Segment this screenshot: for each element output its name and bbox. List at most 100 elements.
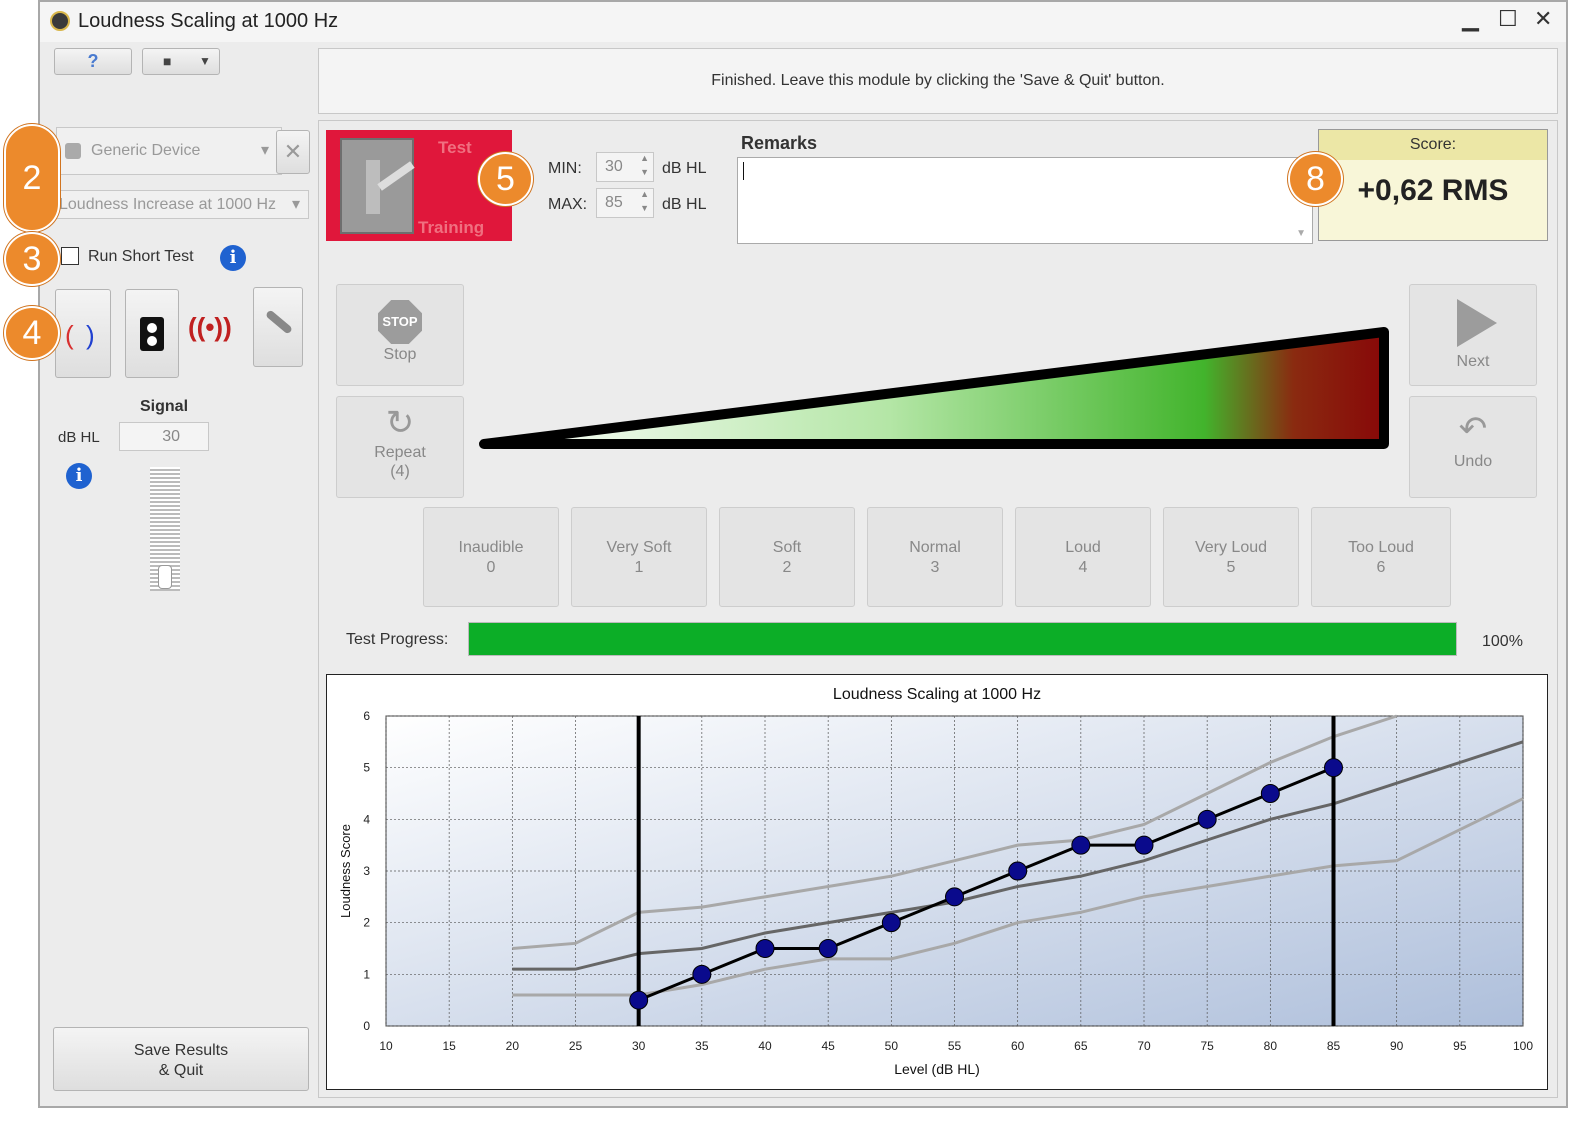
callout-badge-4: 4: [4, 306, 60, 360]
response-button-soft[interactable]: Soft 2: [719, 507, 855, 607]
response-value: 2: [782, 559, 792, 576]
short-test-label: Run Short Test: [88, 248, 194, 265]
loudness-wedge: [479, 327, 1389, 449]
info-icon[interactable]: i: [220, 245, 246, 271]
measured-point: [629, 990, 649, 1010]
speaker-cone: [147, 323, 157, 333]
loudness-chart: Loudness Scaling at 1000 Hz 10 15 20 25 30 35…: [338, 686, 1533, 1077]
response-button-inaudible[interactable]: Inaudible 0: [423, 507, 559, 607]
min-unit-label: dB HL: [662, 160, 707, 177]
min-level-input[interactable]: 30 ▲ ▼: [596, 152, 654, 182]
test-type-select-value: Loudness Increase at 1000 Hz: [59, 196, 277, 213]
camera-icon: ■: [163, 53, 172, 69]
help-button[interactable]: ?: [54, 48, 132, 75]
response-value: 3: [930, 559, 940, 576]
remarks-textarea[interactable]: ▼: [737, 157, 1313, 244]
save-quit-label-2: & Quit: [158, 1062, 204, 1079]
save-quit-button[interactable]: Save Results & Quit: [53, 1027, 309, 1091]
next-button[interactable]: Next: [1409, 284, 1537, 386]
speaker-button[interactable]: [125, 289, 179, 378]
x-axis-label: Level (dB HL): [894, 1061, 980, 1077]
tools-icon: ✕: [283, 139, 303, 164]
max-level-value: 85: [605, 194, 623, 211]
measured-point: [1071, 835, 1091, 855]
ear-select-button[interactable]: ( ): [55, 289, 111, 378]
response-value: 0: [486, 559, 496, 576]
maximize-button[interactable]: ☐: [1498, 6, 1518, 32]
chevron-down-icon: ▾: [260, 142, 269, 159]
stop-sign-icon: STOP: [378, 300, 422, 344]
repeat-button[interactable]: ↻ Repeat (4): [336, 396, 464, 498]
right-ear-icon: ): [86, 320, 95, 350]
chart-title: Loudness Scaling at 1000 Hz: [833, 686, 1041, 703]
x-tick-label: 10: [379, 1039, 393, 1053]
y-tick-label: 4: [363, 812, 370, 826]
response-button-very-soft[interactable]: Very Soft 1: [571, 507, 707, 607]
score-value: +0,62 RMS: [1357, 174, 1509, 207]
repeat-count: (4): [390, 463, 410, 480]
x-tick-label: 70: [1137, 1039, 1151, 1053]
help-icon: ?: [87, 51, 99, 71]
info-icon[interactable]: i: [66, 463, 92, 489]
short-test-checkbox[interactable]: [61, 247, 79, 265]
toggle-switch-icon: [340, 138, 415, 234]
save-quit-label-1: Save Results: [133, 1042, 229, 1059]
spinner-arrows-icon: ▲ ▼: [640, 153, 649, 177]
mode-test-label: Test: [438, 138, 472, 157]
close-button[interactable]: ✕: [1534, 6, 1552, 32]
device-settings-button[interactable]: ✕: [276, 130, 310, 174]
x-tick-label: 35: [695, 1039, 709, 1053]
x-tick-label: 15: [442, 1039, 456, 1053]
response-label: Too Loud: [1348, 539, 1414, 556]
measured-point: [692, 964, 712, 984]
mode-training-label: Training: [418, 218, 485, 237]
next-label: Next: [1456, 353, 1490, 370]
y-tick-label: 3: [363, 864, 370, 878]
remarks-label: Remarks: [741, 133, 818, 153]
repeat-icon: ↻: [385, 404, 415, 442]
speaker-cone: [147, 336, 157, 346]
response-button-very-loud[interactable]: Very Loud 5: [1163, 507, 1299, 607]
toggle-lever: [377, 161, 415, 191]
y-tick-label: 0: [363, 1019, 370, 1033]
signal-level-value: 30: [162, 428, 180, 445]
broadcast-icon[interactable]: ((•)): [188, 312, 232, 343]
score-panel: Score: +0,62 RMS: [1318, 129, 1548, 241]
device-select[interactable]: Generic Device ▾: [56, 127, 282, 175]
progress-percent: 100%: [1482, 633, 1523, 650]
x-tick-label: 20: [506, 1039, 520, 1053]
x-tick-label: 60: [1011, 1039, 1025, 1053]
measured-point: [1197, 809, 1217, 829]
score-label: Score:: [1319, 130, 1547, 160]
video-menu-button[interactable]: ■ ▼: [142, 48, 220, 75]
response-button-loud[interactable]: Loud 4: [1015, 507, 1151, 607]
signal-unit-label: dB HL: [58, 429, 100, 446]
measured-point: [881, 913, 901, 933]
response-button-normal[interactable]: Normal 3: [867, 507, 1003, 607]
max-label: MAX:: [548, 196, 588, 213]
y-tick-label: 2: [363, 916, 370, 930]
response-value: 1: [634, 559, 644, 576]
x-tick-label: 30: [632, 1039, 646, 1053]
response-button-too-loud[interactable]: Too Loud 6: [1311, 507, 1451, 607]
x-tick-label: 90: [1390, 1039, 1404, 1053]
x-tick-label: 95: [1453, 1039, 1467, 1053]
stop-button[interactable]: STOP Stop: [336, 284, 464, 386]
test-type-select[interactable]: Loudness Increase at 1000 Hz ▾: [54, 190, 309, 219]
max-level-input[interactable]: 85 ▲ ▼: [596, 188, 654, 218]
signal-slider-handle[interactable]: [158, 565, 172, 589]
microphone-button[interactable]: [253, 287, 303, 367]
x-tick-label: 50: [885, 1039, 899, 1053]
response-label: Loud: [1065, 539, 1101, 556]
x-tick-label: 55: [948, 1039, 962, 1053]
minimize-button[interactable]: ▁: [1462, 6, 1479, 32]
y-axis-label: Loudness Score: [338, 824, 353, 918]
undo-button[interactable]: ↶ Undo: [1409, 396, 1537, 498]
x-tick-label: 100: [1513, 1039, 1533, 1053]
signal-level-input[interactable]: 30: [119, 422, 209, 451]
spinner-arrows-icon: ▲ ▼: [640, 189, 649, 213]
signal-title: Signal: [140, 398, 189, 415]
device-icon: [65, 143, 81, 159]
max-unit-label: dB HL: [662, 196, 707, 213]
device-select-value: Generic Device: [91, 142, 201, 159]
